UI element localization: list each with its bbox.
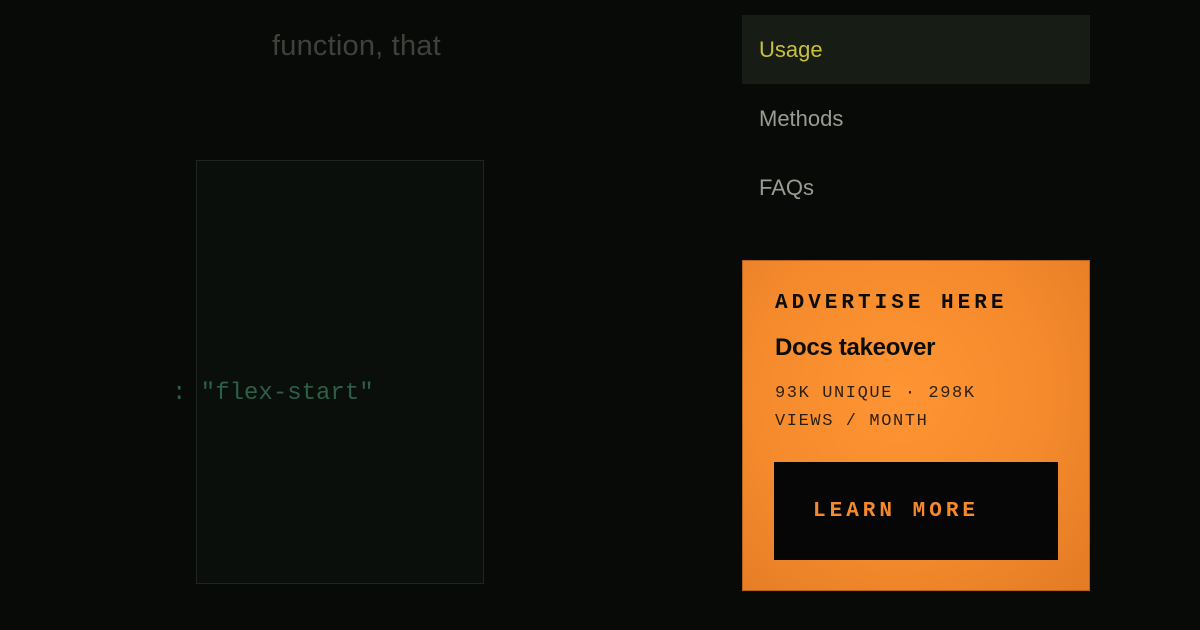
advertisement-card: ADVERTISE HERE Docs takeover 93K UNIQUE … xyxy=(742,260,1090,591)
ad-eyebrow: ADVERTISE HERE xyxy=(775,292,1008,315)
nav-item-methods[interactable]: Methods xyxy=(742,84,1090,153)
ad-stats-line: 93K UNIQUE · 298K xyxy=(775,384,976,403)
code-fragment: : "flex-start" xyxy=(172,380,374,407)
on-page-nav: Usage Methods FAQs xyxy=(742,15,1090,222)
nav-item-usage[interactable]: Usage xyxy=(742,15,1090,84)
ad-stats-line: VIEWS / MONTH xyxy=(775,412,929,431)
ad-title: Docs takeover xyxy=(775,334,936,361)
learn-more-button[interactable]: LEARN MORE xyxy=(774,462,1058,560)
paragraph-fragment: function, that xyxy=(248,30,441,68)
ad-stats: 93K UNIQUE · 298K VIEWS / MONTH xyxy=(775,380,1075,436)
code-example-panel xyxy=(196,160,484,584)
nav-item-faqs[interactable]: FAQs xyxy=(742,153,1090,222)
